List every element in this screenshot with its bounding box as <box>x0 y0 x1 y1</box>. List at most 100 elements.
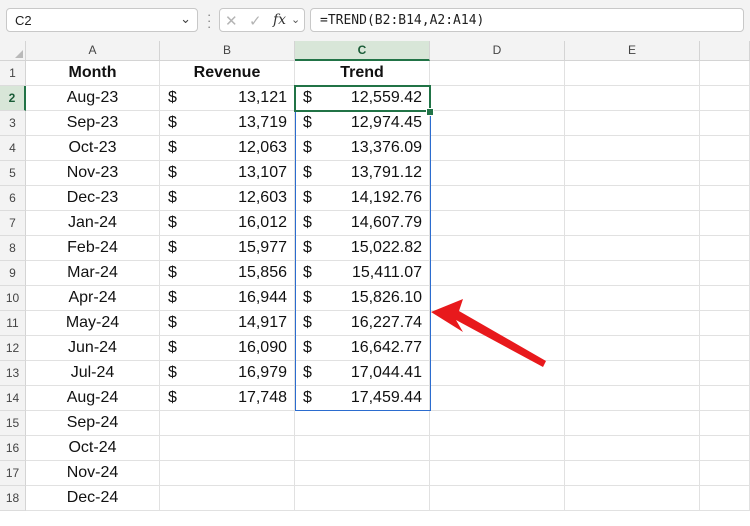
cell[interactable] <box>295 486 430 511</box>
row-header-4[interactable]: 4 <box>0 136 26 161</box>
cell[interactable] <box>430 361 565 386</box>
trend-cell[interactable]: $15,022.82 <box>295 236 430 261</box>
cell[interactable] <box>565 261 700 286</box>
cell[interactable] <box>700 461 750 486</box>
cell[interactable] <box>565 61 700 86</box>
trend-cell[interactable]: $16,227.74 <box>295 311 430 336</box>
cell[interactable] <box>565 311 700 336</box>
cell[interactable] <box>700 61 750 86</box>
column-header-d[interactable]: D <box>430 41 565 61</box>
row-header-18[interactable]: 18 <box>0 486 26 511</box>
cell[interactable] <box>160 461 295 486</box>
cell[interactable] <box>430 336 565 361</box>
cell[interactable] <box>700 211 750 236</box>
column-header-e[interactable]: E <box>565 41 700 61</box>
cell[interactable] <box>565 386 700 411</box>
cell[interactable] <box>430 161 565 186</box>
cell[interactable] <box>430 61 565 86</box>
cell[interactable] <box>700 486 750 511</box>
cell[interactable] <box>700 261 750 286</box>
month-cell[interactable]: Jul-24 <box>26 361 160 386</box>
month-cell[interactable]: Nov-23 <box>26 161 160 186</box>
column-header-a[interactable]: A <box>26 41 160 61</box>
revenue-cell[interactable]: $12,063 <box>160 136 295 161</box>
cell[interactable] <box>430 411 565 436</box>
trend-cell[interactable]: $17,459.44 <box>295 386 430 411</box>
vertical-dots-icon[interactable]: · · · <box>207 8 211 33</box>
header-cell-revenue[interactable]: Revenue <box>160 61 295 86</box>
row-header-12[interactable]: 12 <box>0 336 26 361</box>
revenue-cell[interactable]: $13,719 <box>160 111 295 136</box>
cell[interactable] <box>160 411 295 436</box>
revenue-cell[interactable]: $14,917 <box>160 311 295 336</box>
cell[interactable] <box>160 436 295 461</box>
month-cell[interactable]: Nov-24 <box>26 461 160 486</box>
cell[interactable] <box>565 486 700 511</box>
cell[interactable] <box>565 236 700 261</box>
cell[interactable] <box>430 386 565 411</box>
cell[interactable] <box>295 436 430 461</box>
select-all-corner[interactable] <box>0 41 26 61</box>
row-header-11[interactable]: 11 <box>0 311 26 336</box>
cell[interactable] <box>565 86 700 111</box>
column-header-f[interactable] <box>700 41 750 61</box>
cell[interactable] <box>700 311 750 336</box>
cell[interactable] <box>565 336 700 361</box>
fill-handle[interactable] <box>426 108 434 116</box>
row-header-10[interactable]: 10 <box>0 286 26 311</box>
cell[interactable] <box>430 211 565 236</box>
month-cell[interactable]: Oct-23 <box>26 136 160 161</box>
row-header-1[interactable]: 1 <box>0 61 26 86</box>
spreadsheet-grid[interactable]: A B C D E 1 Month Revenue Trend 2 Aug-23 $13,121 $12… <box>0 41 750 526</box>
revenue-cell[interactable]: $15,856 <box>160 261 295 286</box>
revenue-cell[interactable]: $16,979 <box>160 361 295 386</box>
month-cell[interactable]: Dec-24 <box>26 486 160 511</box>
month-cell[interactable]: Feb-24 <box>26 236 160 261</box>
cancel-icon[interactable]: ✕ <box>225 12 238 30</box>
column-header-b[interactable]: B <box>160 41 295 61</box>
check-icon[interactable]: ✓ <box>249 12 262 30</box>
insert-function-icon[interactable]: fx <box>273 12 286 28</box>
cell[interactable] <box>565 161 700 186</box>
row-header-5[interactable]: 5 <box>0 161 26 186</box>
cell[interactable] <box>430 86 565 111</box>
trend-cell[interactable]: $16,642.77 <box>295 336 430 361</box>
row-header-7[interactable]: 7 <box>0 211 26 236</box>
revenue-cell[interactable]: $16,012 <box>160 211 295 236</box>
cell[interactable] <box>430 186 565 211</box>
cell[interactable] <box>430 461 565 486</box>
cell[interactable] <box>700 161 750 186</box>
revenue-cell[interactable]: $12,603 <box>160 186 295 211</box>
month-cell[interactable]: Jan-24 <box>26 211 160 236</box>
row-header-8[interactable]: 8 <box>0 236 26 261</box>
formula-input[interactable]: =TREND(B2:B14,A2:A14) <box>310 8 744 32</box>
cell[interactable] <box>430 136 565 161</box>
trend-cell[interactable]: $15,826.10 <box>295 286 430 311</box>
revenue-cell[interactable]: $13,107 <box>160 161 295 186</box>
month-cell[interactable]: Aug-23 <box>26 86 160 111</box>
cell[interactable] <box>430 111 565 136</box>
revenue-cell[interactable]: $13,121 <box>160 86 295 111</box>
cell[interactable] <box>700 111 750 136</box>
cell[interactable] <box>565 461 700 486</box>
row-header-17[interactable]: 17 <box>0 461 26 486</box>
cell[interactable] <box>430 261 565 286</box>
name-box[interactable]: C2 ⌄ <box>6 8 198 32</box>
cell[interactable] <box>700 411 750 436</box>
trend-cell[interactable]: $13,376.09 <box>295 136 430 161</box>
month-cell[interactable]: Dec-23 <box>26 186 160 211</box>
cell[interactable] <box>700 286 750 311</box>
month-cell[interactable]: Apr-24 <box>26 286 160 311</box>
cell[interactable] <box>295 461 430 486</box>
cell[interactable] <box>565 286 700 311</box>
month-cell[interactable]: Oct-24 <box>26 436 160 461</box>
header-cell-month[interactable]: Month <box>26 61 160 86</box>
chevron-down-icon[interactable]: ⌄ <box>180 11 191 27</box>
cell[interactable] <box>700 186 750 211</box>
row-header-9[interactable]: 9 <box>0 261 26 286</box>
row-header-3[interactable]: 3 <box>0 111 26 136</box>
trend-cell[interactable]: $15,411.07 <box>295 261 430 286</box>
cell[interactable] <box>565 186 700 211</box>
month-cell[interactable]: Sep-24 <box>26 411 160 436</box>
month-cell[interactable]: Aug-24 <box>26 386 160 411</box>
